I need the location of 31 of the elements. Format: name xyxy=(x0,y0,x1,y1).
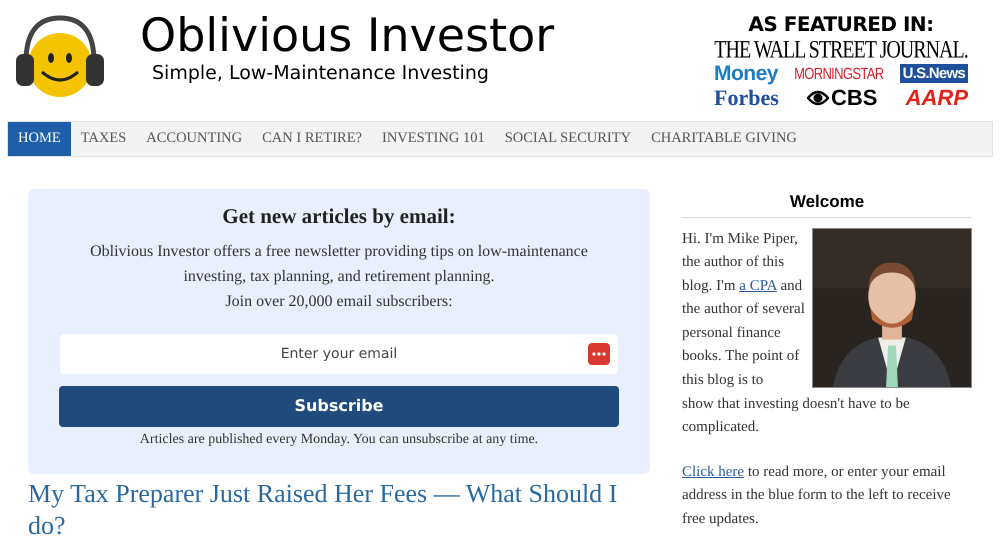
nav-tab[interactable]: SOCIAL SECURITY xyxy=(494,122,642,156)
featured-logo: MORNINGSTAR xyxy=(794,65,884,82)
featured-heading: AS FEATURED IN: xyxy=(748,14,934,34)
signup-description: Oblivious Investor offers a free newsletter providing tips on low-maintenance investing, tax planning, and retirement planning. xyxy=(89,242,589,286)
nav-tab[interactable]: HOME xyxy=(8,122,71,156)
nav-tab[interactable]: TAXES xyxy=(70,122,136,156)
email-field[interactable]: Enter your email xyxy=(60,334,618,374)
article-title[interactable]: My Tax Preparer Just Raised Her Fees — What Should I do? xyxy=(28,478,650,542)
nav-tab[interactable]: CAN I RETIRE? xyxy=(252,122,372,156)
site-title[interactable]: Oblivious Investor xyxy=(140,12,554,58)
signup-title: Get new articles by email: xyxy=(222,203,456,230)
text-link[interactable]: Click here xyxy=(682,464,744,480)
nav-tab[interactable]: INVESTING 101 xyxy=(372,122,495,156)
featured-logo: U.S.News xyxy=(900,64,968,83)
signup-note: Articles are published every Monday. You can unsubscribe at any time. xyxy=(140,430,538,448)
site-tagline: Simple, Low-Maintenance Investing xyxy=(152,62,490,86)
featured-logo: Forbes xyxy=(714,87,779,109)
featured-logo: Money xyxy=(714,63,778,84)
featured-logo: THE WALL STREET JOURNAL. xyxy=(714,38,968,62)
password-manager-icon[interactable] xyxy=(588,342,610,364)
featured-logo: CBS xyxy=(830,87,878,109)
featured-logo: AARP xyxy=(906,87,968,109)
text-link[interactable]: a CPA xyxy=(739,278,777,294)
subscriber-count: Join over 20,000 email subscribers: xyxy=(225,292,453,312)
welcome-paragraph: show that investing doesn't have to be complicated. xyxy=(682,394,911,438)
nav-tab[interactable]: CHARITABLE GIVING xyxy=(641,122,807,156)
nav-tab[interactable]: ACCOUNTING xyxy=(136,122,252,156)
sidebar-title: Welcome xyxy=(682,189,972,218)
subscribe-button[interactable]: Subscribe xyxy=(59,386,619,426)
eye-icon xyxy=(806,89,829,107)
welcome-paragraph: Click here to read more, or enter your email address in the blue form to the left to receive free updates. xyxy=(682,462,952,530)
